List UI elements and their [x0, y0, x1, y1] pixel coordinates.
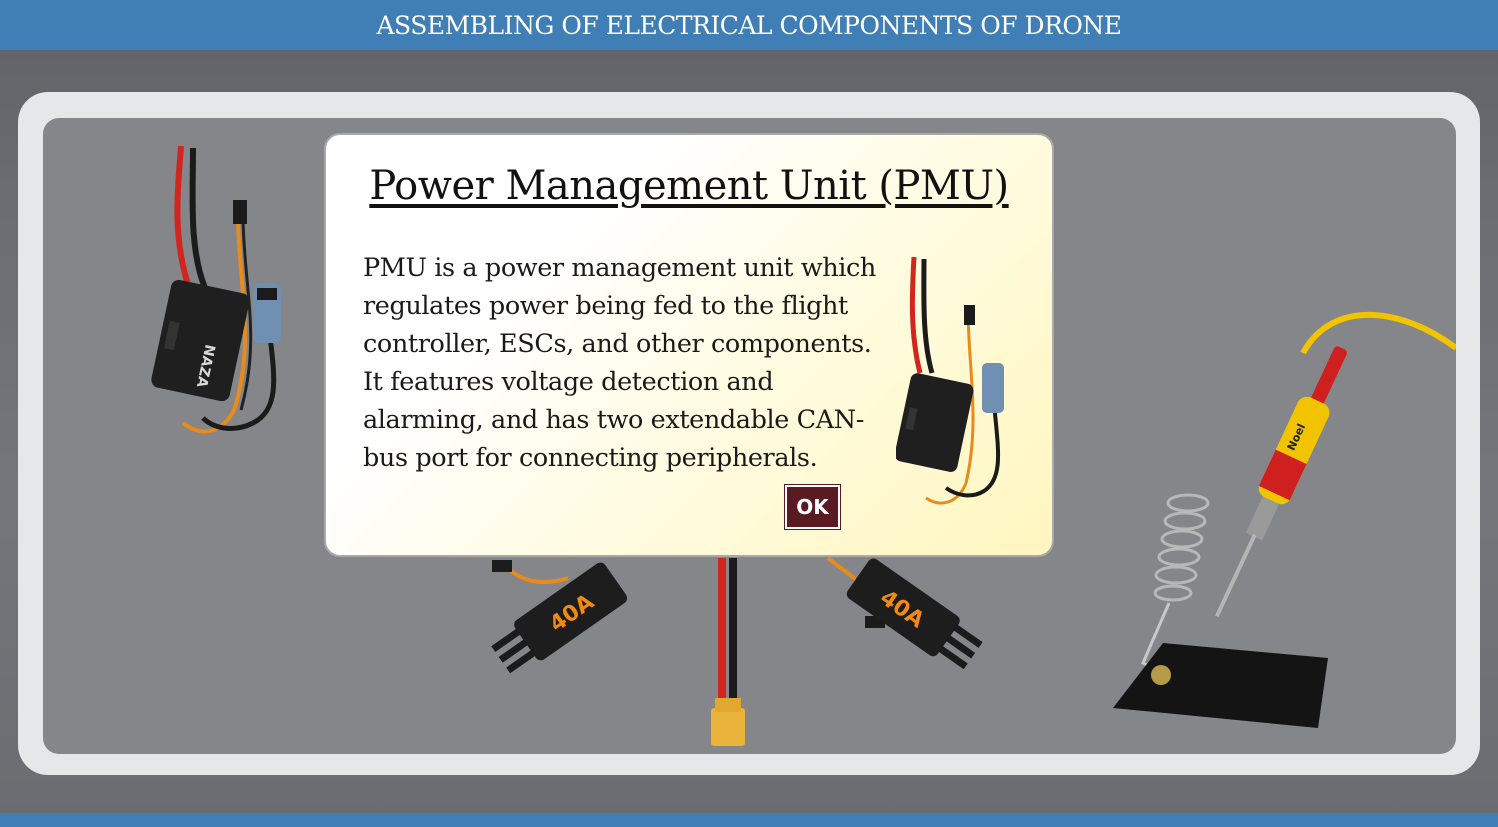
modal-title: Power Management Unit (PMU)	[369, 163, 1009, 209]
esc-right-component[interactable]: 40A	[823, 548, 993, 688]
footer-bar	[0, 813, 1498, 827]
pmu-component[interactable]: NAZA	[143, 138, 293, 438]
page-title: ASSEMBLING OF ELECTRICAL COMPONENTS OF D…	[376, 10, 1122, 40]
pmu-image	[896, 256, 1004, 505]
soldering-iron-tool[interactable]: Noel	[1103, 303, 1456, 733]
info-modal: Power Management Unit (PMU) PMU is a pow…	[324, 133, 1054, 557]
modal-body-text: PMU is a power management unit which reg…	[363, 253, 876, 473]
header-bar: ASSEMBLING OF ELECTRICAL COMPONENTS OF D…	[0, 0, 1498, 50]
ok-button[interactable]: OK	[785, 485, 840, 529]
esc-left-component[interactable]: 40A	[478, 548, 648, 688]
xt60-connector[interactable]	[703, 558, 753, 753]
